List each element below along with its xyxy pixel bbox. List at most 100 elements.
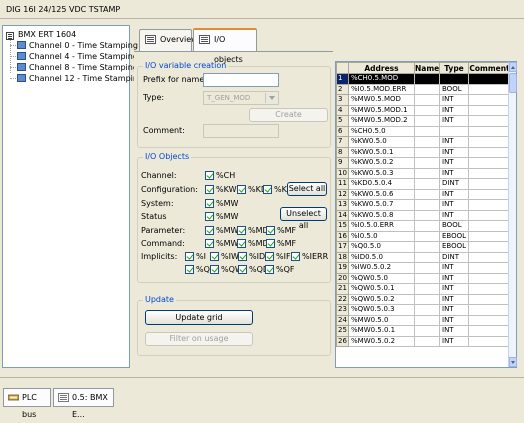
cell-address[interactable]: %KW0.5.0.3 — [348, 167, 415, 179]
io-objects-grid[interactable]: Address Name Type Comment 1 %CH0.5.MOD 2 %I… — [335, 61, 517, 368]
cell-type[interactable]: BOOL — [439, 83, 469, 95]
cell-name[interactable] — [414, 251, 440, 263]
cell-comment[interactable] — [468, 230, 511, 242]
cell-type[interactable]: INT — [439, 104, 469, 116]
cell-type[interactable]: INT — [439, 209, 469, 221]
tab-plc-bus[interactable]: PLC bus — [3, 388, 51, 419]
scroll-up-icon[interactable] — [509, 62, 517, 72]
cell-address[interactable]: %KW0.5.0.1 — [348, 146, 415, 158]
cell-address[interactable]: %I0.5.0.ERR — [348, 220, 415, 232]
cell-address[interactable]: %KW0.5.0.2 — [348, 157, 415, 169]
grid-scrollbar[interactable] — [508, 62, 517, 367]
cell-name[interactable] — [414, 167, 440, 179]
create-button[interactable]: Create — [249, 108, 328, 122]
cell-type[interactable]: INT — [439, 136, 469, 148]
checkbox-kw[interactable] — [205, 185, 214, 194]
cell-type[interactable]: DINT — [439, 178, 469, 190]
cell-address[interactable]: %KW0.5.0 — [348, 136, 415, 148]
unselect-all-button[interactable]: Unselect all — [280, 207, 327, 230]
table-row[interactable]: 14 %KW0.5.0.8 INT — [336, 209, 511, 221]
checkbox-ierr[interactable] — [291, 252, 300, 261]
table-row[interactable]: 3 %MW0.5.MOD INT — [336, 94, 511, 106]
scroll-down-icon[interactable] — [509, 357, 517, 367]
cell-type[interactable]: INT — [439, 115, 469, 127]
cell-comment[interactable] — [468, 199, 511, 211]
checkbox-qw[interactable] — [210, 265, 219, 274]
cell-type[interactable]: EBOOL — [439, 241, 469, 253]
cell-name[interactable] — [414, 283, 440, 295]
cell-address[interactable]: %KW0.5.0.8 — [348, 209, 415, 221]
cell-comment[interactable] — [468, 73, 511, 85]
cell-comment[interactable] — [468, 94, 511, 106]
cell-name[interactable] — [414, 230, 440, 242]
table-row[interactable]: 2 %I0.5.MOD.ERR BOOL — [336, 83, 511, 95]
comment-input[interactable] — [203, 124, 279, 138]
table-row[interactable]: 4 %MW0.5.MOD.1 INT — [336, 104, 511, 116]
cell-comment[interactable] — [468, 325, 511, 337]
cell-type[interactable]: INT — [439, 188, 469, 200]
cell-type[interactable]: INT — [439, 283, 469, 295]
checkbox-if[interactable] — [265, 252, 274, 261]
checkbox-kd[interactable] — [237, 185, 246, 194]
cell-type[interactable]: EBOOL — [439, 230, 469, 242]
cell-name[interactable] — [414, 125, 440, 137]
cell-comment[interactable] — [468, 136, 511, 148]
cell-comment[interactable] — [468, 188, 511, 200]
cell-type[interactable]: INT — [439, 325, 469, 337]
cell-name[interactable] — [414, 146, 440, 158]
cell-type[interactable]: INT — [439, 304, 469, 316]
cell-name[interactable] — [414, 115, 440, 127]
table-row[interactable]: 16 %I0.5.0 EBOOL — [336, 230, 511, 242]
scroll-thumb[interactable] — [509, 73, 517, 93]
cell-address[interactable]: %CH0.5.MOD — [348, 73, 415, 85]
cell-name[interactable] — [414, 136, 440, 148]
cell-type[interactable] — [439, 73, 469, 85]
table-row[interactable]: 11 %KD0.5.0.4 DINT — [336, 178, 511, 190]
table-row[interactable]: 6 %CH0.5.0 — [336, 125, 511, 137]
table-row[interactable]: 10 %KW0.5.0.3 INT — [336, 167, 511, 179]
checkbox-mw-command[interactable] — [205, 239, 214, 248]
cell-comment[interactable] — [468, 220, 511, 232]
cell-type[interactable]: INT — [439, 314, 469, 326]
cell-type[interactable]: INT — [439, 293, 469, 305]
select-all-button[interactable]: Select all — [287, 182, 327, 196]
cell-address[interactable]: %MW0.5.MOD.2 — [348, 115, 415, 127]
checkbox-md-command[interactable] — [237, 239, 246, 248]
cell-comment[interactable] — [468, 104, 511, 116]
cell-address[interactable]: %I0.5.MOD.ERR — [348, 83, 415, 95]
cell-address[interactable]: %IW0.5.0.2 — [348, 262, 415, 274]
checkbox-qf[interactable] — [265, 265, 274, 274]
cell-name[interactable] — [414, 94, 440, 106]
cell-address[interactable]: %MW0.5.0.2 — [348, 335, 415, 347]
cell-comment[interactable] — [468, 125, 511, 137]
cell-name[interactable] — [414, 325, 440, 337]
cell-comment[interactable] — [468, 209, 511, 221]
tab-io-objects[interactable]: I/O objects — [193, 28, 257, 64]
cell-name[interactable] — [414, 220, 440, 232]
cell-comment[interactable] — [468, 314, 511, 326]
cell-name[interactable] — [414, 293, 440, 305]
table-row[interactable]: 23 %QW0.5.0.3 INT — [336, 304, 511, 316]
filter-on-usage-button[interactable]: Filter on usage — [145, 332, 253, 346]
cell-comment[interactable] — [468, 146, 511, 158]
cell-comment[interactable] — [468, 272, 511, 284]
cell-address[interactable]: %MW0.5.0 — [348, 314, 415, 326]
cell-type[interactable] — [439, 125, 469, 137]
cell-name[interactable] — [414, 178, 440, 190]
cell-comment[interactable] — [468, 293, 511, 305]
cell-comment[interactable] — [468, 262, 511, 274]
table-row[interactable]: 5 %MW0.5.MOD.2 INT — [336, 115, 511, 127]
cell-address[interactable]: %Q0.5.0 — [348, 241, 415, 253]
checkbox-md-parameter[interactable] — [237, 226, 246, 235]
cell-address[interactable]: %KW0.5.0.7 — [348, 199, 415, 211]
cell-type[interactable]: BOOL — [439, 220, 469, 232]
cell-name[interactable] — [414, 104, 440, 116]
cell-address[interactable]: %QW0.5.0.3 — [348, 304, 415, 316]
cell-name[interactable] — [414, 209, 440, 221]
cell-name[interactable] — [414, 304, 440, 316]
table-row[interactable]: 18 %ID0.5.0 DINT — [336, 251, 511, 263]
cell-address[interactable]: %I0.5.0 — [348, 230, 415, 242]
cell-name[interactable] — [414, 335, 440, 347]
table-row[interactable]: 26 %MW0.5.0.2 INT — [336, 335, 511, 347]
cell-name[interactable] — [414, 314, 440, 326]
